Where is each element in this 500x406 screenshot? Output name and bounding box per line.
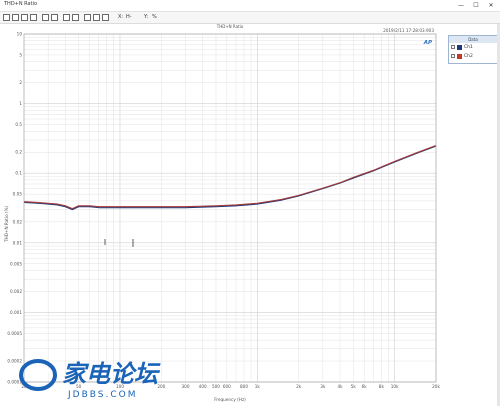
y-axis-unit-select[interactable]: % [152, 14, 157, 20]
y-tick-labels: 10 5 2 1 0.5 0.2 0.1 0.05 0.02 0.01 0.005 0.002 0.00… [7, 32, 22, 385]
x-tick-label: 500 [212, 384, 220, 389]
toolbar: X: H- Y: % [0, 12, 500, 24]
y-tick-label: 0.002 [10, 289, 22, 294]
y-tick-label: 0.5 [15, 122, 22, 127]
x-tick-label: 1k [255, 384, 261, 389]
x-axis-unit-select[interactable]: H- [126, 14, 132, 20]
y-tick-label: 0.001 [10, 310, 22, 315]
zoom-in-icon[interactable] [63, 14, 70, 21]
swirl-icon [19, 359, 57, 391]
x-tick-label: 2k [296, 384, 302, 389]
x-tick-label: 8k [379, 384, 385, 389]
y-tick-label: 0.05 [13, 192, 23, 197]
watermark-logo: 家电论坛 JDBBS.COM [19, 359, 161, 400]
grid-icon[interactable] [30, 14, 37, 21]
y-axis-label: Y: [144, 14, 149, 20]
y-tick-label: 0.0005 [7, 331, 22, 336]
minimize-button[interactable]: — [454, 0, 468, 11]
thdn-chart: 10 5 2 1 0.5 0.2 0.1 0.05 0.02 0.01 0.005 0.002 0.00… [4, 24, 440, 402]
legend-item-ch1[interactable]: Ch1 [449, 43, 497, 52]
chart-title: THD+N Ratio [216, 24, 244, 29]
y-tick-label: 1 [19, 101, 22, 106]
x-tick-label: 6k [362, 384, 368, 389]
graph-icon[interactable] [3, 14, 10, 21]
x-axis-title: Frequency (Hz) [214, 397, 246, 402]
y-tick-label: 0.005 [10, 261, 22, 266]
series-line-ch1 [23, 145, 437, 211]
paste-icon[interactable] [51, 14, 58, 21]
export-icon[interactable] [21, 14, 28, 21]
legend-header: Data [449, 36, 497, 43]
window-title: THD+N Ratio [4, 1, 38, 7]
x-tick-label: 10k [391, 384, 399, 389]
timestamp: 2019/2/11 17:28:03.903 [383, 28, 434, 33]
x-tick-label: 4k [337, 384, 343, 389]
marker-icon[interactable] [93, 14, 100, 21]
ap-badge: AP [423, 40, 432, 46]
title-bar: THD+N Ratio — ☐ ✕ [0, 0, 500, 12]
y-tick-label: 0.2 [15, 150, 22, 155]
cursor-icon[interactable] [84, 14, 91, 21]
x-tick-label: 3k [320, 384, 326, 389]
color-swatch [457, 54, 462, 59]
y-tick-label: 10 [17, 32, 23, 37]
legend-item-ch2[interactable]: Ch2 [449, 52, 497, 61]
x-tick-label: 600 [223, 384, 231, 389]
checkbox-icon[interactable] [451, 45, 455, 49]
legend-panel: Data Ch1 Ch2 [448, 35, 498, 64]
chart-grid [23, 33, 437, 383]
watermark-url: JDBBS.COM [67, 390, 137, 400]
chart-series [23, 144, 437, 211]
y-tick-label: 0.1 [15, 171, 22, 176]
legend-label: Ch1 [464, 45, 473, 50]
watermark-text: 家电论坛 [62, 360, 161, 388]
zoom-out-icon[interactable] [72, 14, 79, 21]
checkbox-icon[interactable] [451, 54, 455, 58]
x-axis-label: X: [118, 14, 124, 20]
y-axis-title: THD+N Ratio (%) [4, 205, 9, 243]
maximize-button[interactable]: ☐ [469, 0, 483, 11]
color-swatch [457, 45, 462, 50]
x-tick-label: 5k [351, 384, 357, 389]
y-tick-label: 0.02 [13, 219, 23, 224]
table-icon[interactable] [12, 14, 19, 21]
x-tick-label: 20k [432, 384, 440, 389]
plot-frame [23, 33, 437, 383]
legend-label: Ch2 [464, 54, 473, 59]
series-line-ch2 [23, 144, 437, 210]
y-tick-label: 0.01 [13, 240, 23, 245]
x-tick-label: 800 [240, 384, 248, 389]
settings-icon[interactable] [102, 14, 109, 21]
y-tick-label: 5 [19, 52, 22, 57]
copy-icon[interactable] [42, 14, 49, 21]
x-tick-label: 400 [199, 384, 207, 389]
y-tick-label: 2 [19, 80, 22, 85]
close-button[interactable]: ✕ [484, 0, 498, 11]
x-tick-label: 300 [182, 384, 190, 389]
